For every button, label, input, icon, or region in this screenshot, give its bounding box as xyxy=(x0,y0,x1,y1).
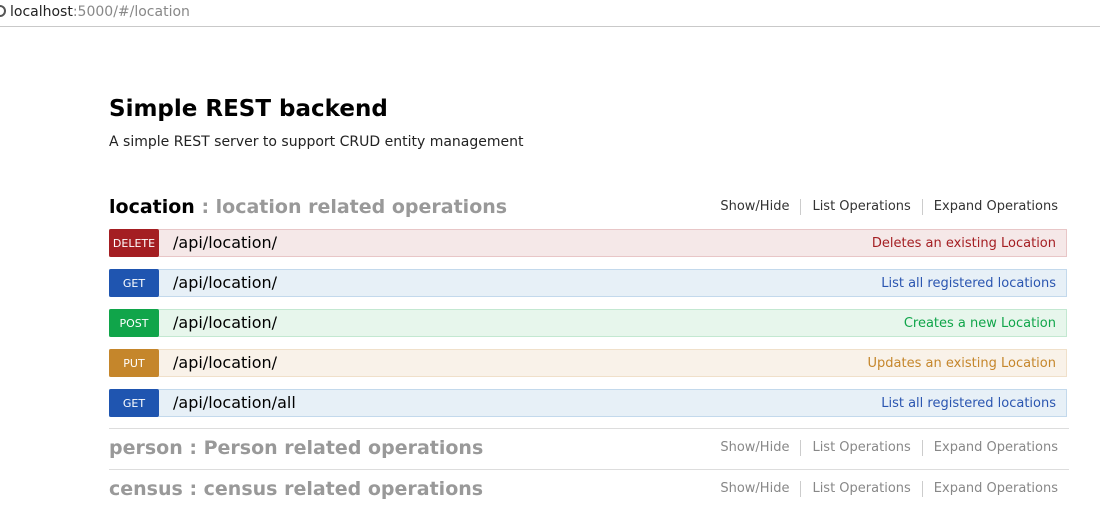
resource-name[interactable]: census xyxy=(109,478,183,500)
operation-summary[interactable]: Deletes an existing Location xyxy=(872,236,1056,252)
operation-put-location[interactable]: PUT /api/location/ Updates an existing L… xyxy=(109,349,1067,377)
resource-heading: location : location related operations S… xyxy=(109,193,1069,221)
resource-heading: person : Person related operations Show/… xyxy=(109,434,1069,462)
resource-actions: Show/Hide List Operations Expand Operati… xyxy=(709,481,1069,497)
resource-divider xyxy=(109,428,1069,429)
show-hide-link[interactable]: Show/Hide xyxy=(709,481,800,497)
method-badge[interactable]: DELETE xyxy=(109,229,159,257)
method-badge[interactable]: GET xyxy=(109,269,159,297)
resource-divider xyxy=(109,469,1069,470)
resource-title[interactable]: census : census related operations xyxy=(109,478,483,500)
expand-operations-link[interactable]: Expand Operations xyxy=(921,199,1069,215)
url-text[interactable]: localhost:5000/#/location xyxy=(10,3,190,21)
resource-description: Person related operations xyxy=(203,437,484,459)
list-operations-link[interactable]: List Operations xyxy=(800,199,921,215)
api-title: Simple REST backend xyxy=(109,96,388,122)
resource-actions: Show/Hide List Operations Expand Operati… xyxy=(709,440,1069,456)
operation-path[interactable]: /api/location/ xyxy=(173,313,277,333)
resource-name[interactable]: location xyxy=(109,196,195,218)
operation-path[interactable]: /api/location/ xyxy=(173,273,277,293)
url-host: localhost xyxy=(10,4,73,20)
method-badge[interactable]: PUT xyxy=(109,349,159,377)
operation-get-location[interactable]: GET /api/location/ List all registered l… xyxy=(109,269,1067,297)
operation-path[interactable]: /api/location/all xyxy=(173,393,296,413)
list-operations-link[interactable]: List Operations xyxy=(800,440,921,456)
operation-post-location[interactable]: POST /api/location/ Creates a new Locati… xyxy=(109,309,1067,337)
operation-summary[interactable]: Creates a new Location xyxy=(904,316,1056,332)
resource-name[interactable]: person xyxy=(109,437,183,459)
resource-description: location related operations xyxy=(215,196,508,218)
show-hide-link[interactable]: Show/Hide xyxy=(709,199,800,215)
browser-address-bar[interactable]: localhost:5000/#/location xyxy=(0,0,1100,27)
resource-actions: Show/Hide List Operations Expand Operati… xyxy=(709,199,1069,215)
operation-get-location-all[interactable]: GET /api/location/all List all registere… xyxy=(109,389,1067,417)
operation-summary[interactable]: Updates an existing Location xyxy=(868,356,1057,372)
operation-path[interactable]: /api/location/ xyxy=(173,353,277,373)
operation-summary[interactable]: List all registered locations xyxy=(881,396,1056,412)
resource-description: census related operations xyxy=(203,478,484,500)
expand-operations-link[interactable]: Expand Operations xyxy=(921,440,1069,456)
method-badge[interactable]: POST xyxy=(109,309,159,337)
page-info-icon[interactable] xyxy=(0,5,6,17)
url-path: :5000/#/location xyxy=(72,4,190,20)
resource-title[interactable]: location : location related operations xyxy=(109,196,507,218)
operation-delete-location[interactable]: DELETE /api/location/ Deletes an existin… xyxy=(109,229,1067,257)
operation-summary[interactable]: List all registered locations xyxy=(881,276,1056,292)
expand-operations-link[interactable]: Expand Operations xyxy=(921,481,1069,497)
show-hide-link[interactable]: Show/Hide xyxy=(709,440,800,456)
list-operations-link[interactable]: List Operations xyxy=(800,481,921,497)
api-description: A simple REST server to support CRUD ent… xyxy=(109,134,524,150)
resource-heading: census : census related operations Show/… xyxy=(109,475,1069,503)
resource-title[interactable]: person : Person related operations xyxy=(109,437,483,459)
operation-path[interactable]: /api/location/ xyxy=(173,233,277,253)
method-badge[interactable]: GET xyxy=(109,389,159,417)
